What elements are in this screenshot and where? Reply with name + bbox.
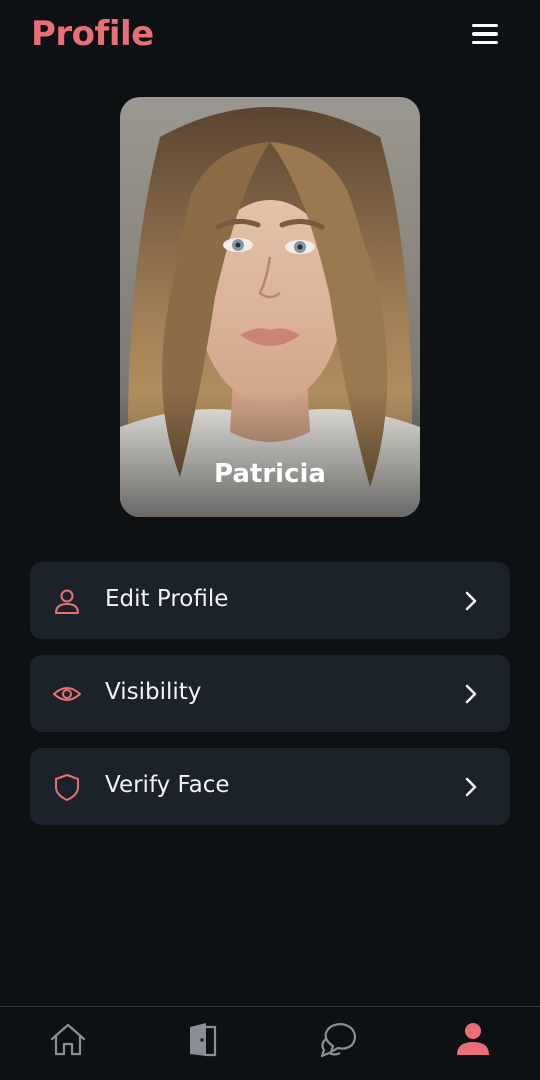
profile-icon xyxy=(457,1023,489,1055)
door-icon xyxy=(190,1023,217,1057)
profile-photo xyxy=(120,97,420,517)
hamburger-line xyxy=(472,32,498,36)
chevron-right-icon xyxy=(465,684,477,704)
edit-profile-label: Edit Profile xyxy=(105,586,229,612)
home-icon xyxy=(50,1023,86,1056)
chevron-right-icon xyxy=(465,777,477,797)
page-title: Profile xyxy=(31,14,154,54)
header: Profile xyxy=(0,0,540,72)
hamburger-menu-icon xyxy=(472,23,498,28)
visibility-button[interactable]: Visibility xyxy=(30,655,510,732)
user-icon xyxy=(55,589,79,614)
chat-bubbles-icon xyxy=(320,1022,357,1058)
profile-screen: Profile Patricia Edit Profile Visibility… xyxy=(0,0,540,1080)
nav-rooms-button[interactable] xyxy=(181,1017,225,1061)
profile-menu-list: Edit Profile Visibility Verify Face xyxy=(30,562,510,841)
visibility-label: Visibility xyxy=(105,679,202,705)
nav-profile-button[interactable] xyxy=(451,1017,495,1061)
chevron-right-icon xyxy=(465,591,477,611)
shield-icon xyxy=(55,774,79,801)
edit-profile-button[interactable]: Edit Profile xyxy=(30,562,510,639)
nav-home-button[interactable] xyxy=(46,1017,90,1061)
verify-face-button[interactable]: Verify Face xyxy=(30,748,510,825)
hamburger-menu-button[interactable] xyxy=(466,18,504,50)
profile-name: Patricia xyxy=(214,459,326,489)
profile-photo-card[interactable]: Patricia xyxy=(120,97,420,517)
hamburger-line xyxy=(472,40,498,45)
bottom-navigation xyxy=(0,1006,540,1080)
verify-face-label: Verify Face xyxy=(105,772,230,798)
eye-icon xyxy=(53,687,81,701)
nav-chats-button[interactable] xyxy=(316,1017,360,1061)
